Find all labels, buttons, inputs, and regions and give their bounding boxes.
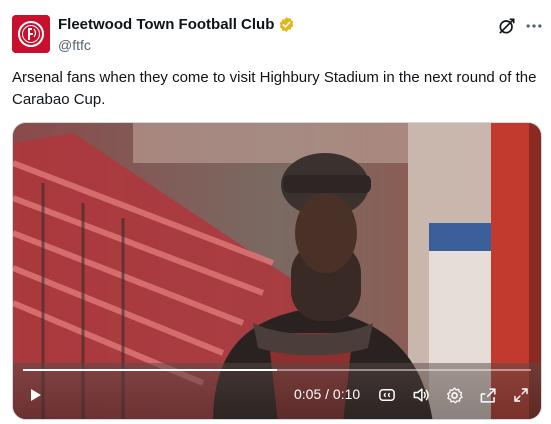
author-handle[interactable]: @ftfc <box>58 37 91 53</box>
picture-in-picture-icon[interactable] <box>478 385 498 405</box>
gear-icon[interactable] <box>444 385 464 405</box>
video-duration: 0:10 <box>332 386 361 402</box>
video-current-time: 0:05 <box>294 386 322 402</box>
author-display-name[interactable]: Fleetwood Town Football Club <box>58 16 274 33</box>
tweet-text: Arsenal fans when they come to visit Hig… <box>12 69 537 108</box>
fullscreen-icon[interactable] <box>511 385 531 405</box>
video-time: 0:05 / 0:10 <box>294 386 360 402</box>
video-controls: 0:05 / 0:10 <box>13 373 541 419</box>
video-time-separator: / <box>321 386 333 402</box>
more-options-icon[interactable] <box>524 16 544 36</box>
grok-icon[interactable] <box>497 16 517 36</box>
volume-icon[interactable] <box>411 385 431 405</box>
play-icon[interactable] <box>25 385 45 405</box>
video-progress-bar[interactable] <box>23 369 531 371</box>
closed-captions-icon[interactable] <box>377 385 397 405</box>
video-progress-fill <box>23 369 277 371</box>
author-name-row: Fleetwood Town Football Club <box>58 16 295 33</box>
fleetwood-crest-icon <box>12 15 50 53</box>
tweet-card: Fleetwood Town Football Club @ftfc Arsen… <box>0 0 551 424</box>
video-player[interactable]: 0:05 / 0:10 <box>12 122 542 420</box>
verified-badge-icon <box>278 16 295 33</box>
avatar[interactable] <box>12 15 50 53</box>
